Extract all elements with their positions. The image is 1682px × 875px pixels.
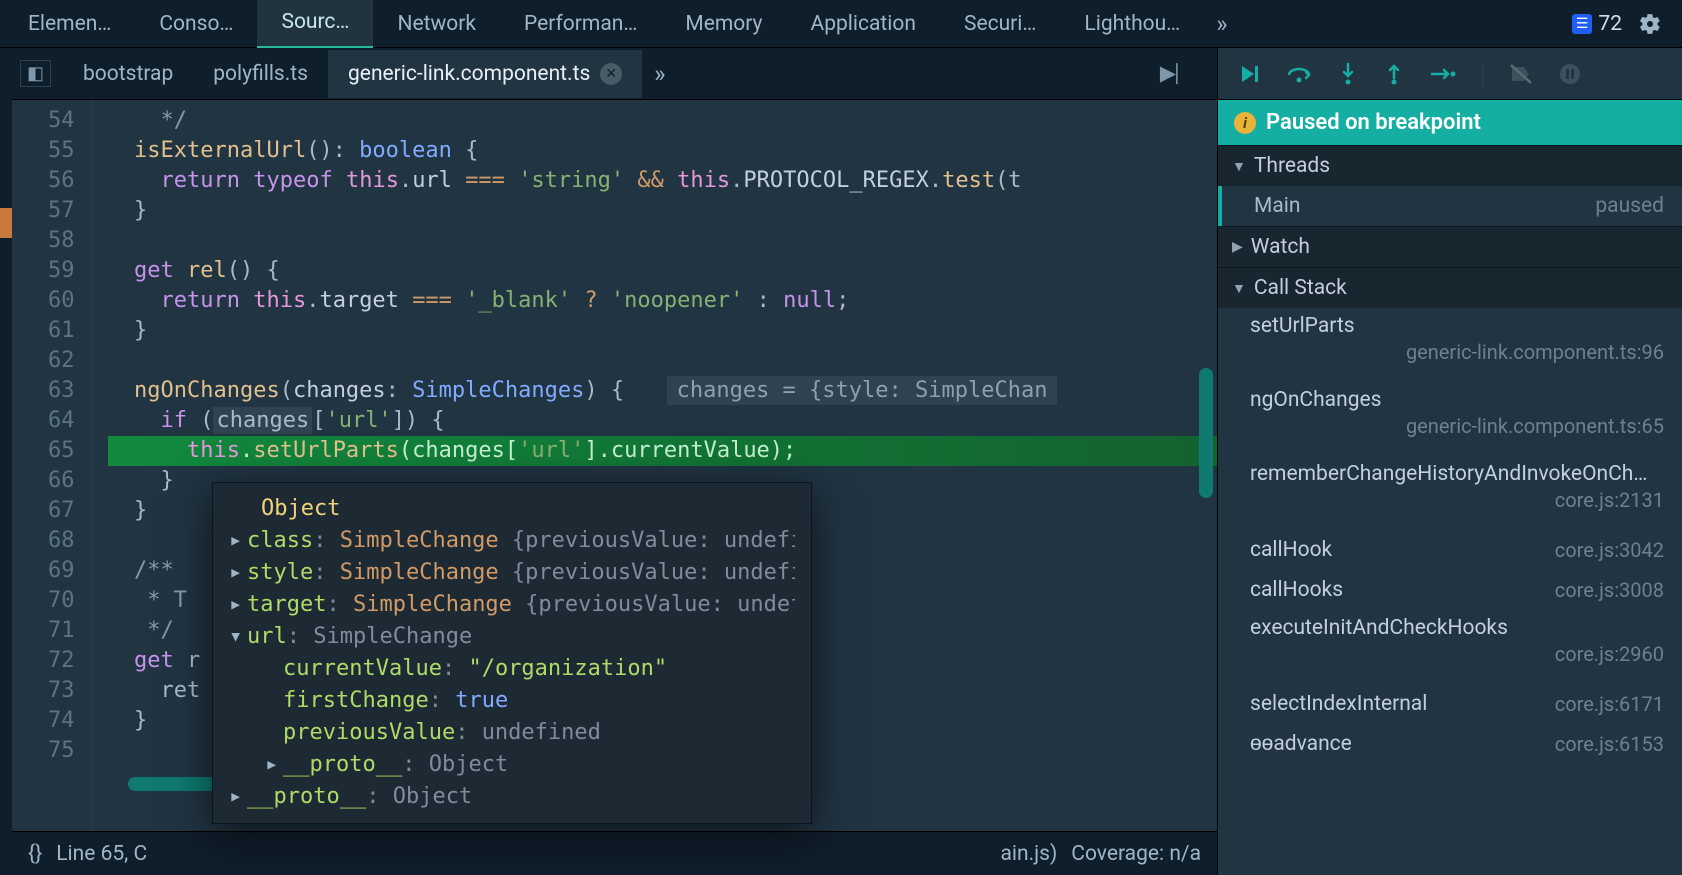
coverage-info: Coverage: n/a (1071, 842, 1201, 866)
section-threads[interactable]: ▼ Threads (1218, 145, 1682, 186)
gear-icon[interactable] (1638, 12, 1662, 36)
tab-network[interactable]: Network (373, 0, 500, 48)
pretty-print-icon[interactable]: {} (28, 842, 42, 866)
step-over-icon[interactable] (1286, 63, 1312, 85)
step-into-icon[interactable] (1338, 62, 1358, 86)
scrollbar-horizontal[interactable] (128, 777, 218, 791)
issues-number: 72 (1598, 12, 1622, 36)
thread-status: paused (1595, 194, 1664, 218)
step-out-icon[interactable] (1384, 62, 1404, 86)
status-bar: {} Line 65, C ain.js) Coverage: n/a (12, 831, 1217, 875)
tooltip-header: Object (229, 493, 795, 525)
file-tabs: ◧ bootstrap polyfills.ts generic-link.co… (12, 48, 1217, 100)
resume-icon[interactable] (1236, 62, 1260, 86)
info-icon: i (1234, 112, 1256, 134)
tab-console[interactable]: Conso… (135, 0, 257, 48)
file-tab-label: generic-link.component.ts (348, 62, 590, 86)
tab-performance[interactable]: Performan… (500, 0, 661, 48)
callstack-list: setUrlPartsgeneric-link.component.ts:96n… (1218, 308, 1682, 875)
file-tab-bootstrap[interactable]: bootstrap (63, 50, 193, 98)
paused-text: Paused on breakpoint (1266, 110, 1481, 135)
deactivate-breakpoints-icon[interactable] (1509, 63, 1533, 85)
tab-lighthouse[interactable]: Lighthou… (1060, 0, 1204, 48)
section-callstack[interactable]: ▼ Call Stack (1218, 267, 1682, 308)
debug-toolbar (1218, 48, 1682, 100)
sourcemap-info: ain.js) (1000, 842, 1057, 866)
issues-icon: ☰ (1572, 14, 1593, 34)
more-files-icon[interactable]: » (642, 60, 677, 88)
left-gutter (0, 48, 12, 875)
callstack-item[interactable]: setUrlPartsgeneric-link.component.ts:96 (1218, 308, 1682, 382)
scrollbar-vertical[interactable] (1199, 368, 1213, 498)
section-watch[interactable]: ▶ Watch (1218, 226, 1682, 267)
tab-memory[interactable]: Memory (661, 0, 786, 48)
file-tab-generic-link[interactable]: generic-link.component.ts ✕ (328, 50, 642, 98)
pause-exceptions-icon[interactable] (1559, 63, 1581, 85)
section-label: Threads (1254, 154, 1330, 178)
chevron-right-icon: ▶ (1232, 239, 1243, 255)
more-tabs-icon[interactable]: » (1204, 10, 1239, 38)
debugger-toggle-icon[interactable]: ▶⎸ (1160, 61, 1209, 86)
thread-name: Main (1254, 194, 1300, 218)
tab-sources[interactable]: Sourc… (257, 0, 373, 49)
callstack-item[interactable]: callHookscore.js:3008 (1218, 570, 1682, 610)
section-label: Call Stack (1254, 276, 1347, 300)
thread-row[interactable]: Main paused (1218, 186, 1682, 226)
callstack-item[interactable]: callHookcore.js:3042 (1218, 530, 1682, 570)
tab-security[interactable]: Securi… (940, 0, 1060, 48)
step-icon[interactable] (1430, 64, 1456, 84)
paused-banner: i Paused on breakpoint (1218, 100, 1682, 145)
chevron-down-icon: ▼ (1232, 280, 1246, 297)
close-icon[interactable]: ✕ (600, 63, 622, 85)
callstack-item[interactable]: selectIndexInternalcore.js:6171 (1218, 684, 1682, 724)
tab-application[interactable]: Application (787, 0, 940, 48)
hover-tooltip: Object ▸class: SimpleChange {previousVal… (212, 482, 812, 824)
sources-panel: ◧ bootstrap polyfills.ts generic-link.co… (12, 48, 1217, 875)
callstack-item[interactable]: executeInitAndCheckHookscore.js:2960 (1218, 610, 1682, 684)
callstack-item[interactable]: ɵɵadvancecore.js:6153 (1218, 724, 1682, 764)
callstack-item[interactable]: rememberChangeHistoryAndInvokeOnCh…core.… (1218, 456, 1682, 530)
chevron-down-icon: ▼ (1232, 158, 1246, 175)
tab-elements[interactable]: Elemen… (4, 0, 135, 48)
issues-count[interactable]: ☰ 72 (1572, 12, 1622, 36)
callstack-item[interactable]: ngOnChangesgeneric-link.component.ts:65 (1218, 382, 1682, 456)
section-label: Watch (1251, 235, 1310, 259)
navigator-toggle-icon[interactable]: ◧ (20, 60, 51, 87)
cursor-position: Line 65, C (56, 842, 147, 866)
devtools-tabs: Elemen… Conso… Sourc… Network Performan…… (0, 0, 1682, 48)
line-numbers: 5455565758596061626364656667686970717273… (12, 100, 92, 831)
file-tab-polyfills[interactable]: polyfills.ts (193, 50, 328, 98)
debug-panel: i Paused on breakpoint ▼ Threads Main pa… (1217, 48, 1682, 875)
